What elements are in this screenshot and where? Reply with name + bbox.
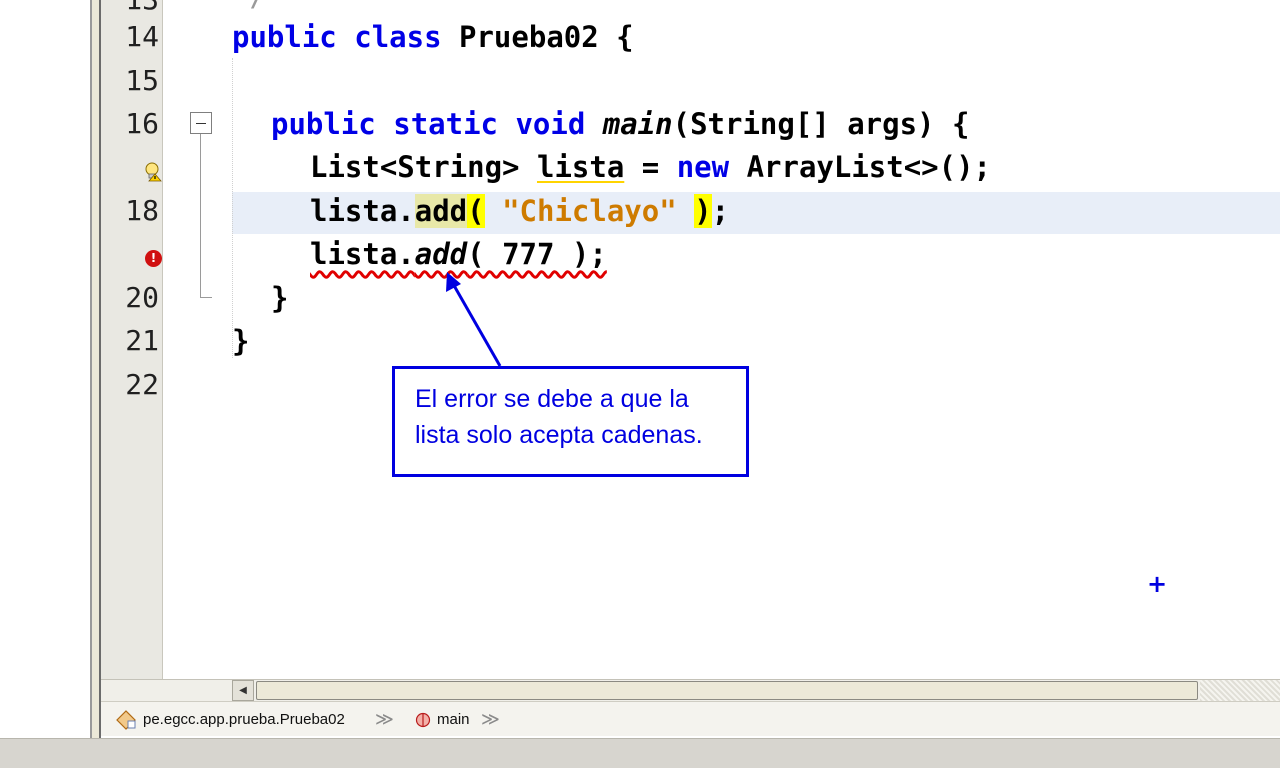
fold-toggle-button[interactable]: [190, 112, 212, 134]
class-icon: [116, 709, 136, 730]
paren-match: (: [467, 194, 485, 228]
breadcrumb-class[interactable]: pe.egcc.app.prueba.Prueba02: [115, 702, 345, 737]
breadcrumb-method-label: main: [437, 711, 470, 728]
scroll-left-button[interactable]: ◀: [232, 680, 254, 701]
callout-text-line-1: El error se debe a que la: [415, 385, 689, 413]
constructor-call: ArrayList<>();: [746, 150, 991, 184]
chevron-right-icon: ≫: [481, 709, 500, 729]
class-name: Prueba02 {: [459, 20, 634, 54]
line-number: 16: [125, 107, 159, 140]
scrollbar-track-end[interactable]: [1200, 680, 1280, 701]
breadcrumb-class-label: pe.egcc.app.prueba.Prueba02: [143, 711, 345, 728]
method-icon: [415, 712, 431, 727]
line-number: 14: [125, 20, 159, 53]
fold-end: [200, 297, 212, 298]
operator: =: [641, 150, 660, 184]
statement-end: ;: [711, 194, 730, 228]
error-icon[interactable]: !: [145, 250, 162, 267]
code-line-14[interactable]: public class Prueba02 {: [232, 17, 634, 57]
fold-column: [163, 0, 231, 679]
left-panel: [0, 0, 92, 738]
method-name: add: [414, 237, 468, 271]
keyword: new: [676, 150, 730, 184]
keyword: public: [232, 20, 337, 54]
closing-brace: }: [232, 324, 250, 358]
code-line-18[interactable]: lista.add( "Chiclayo" );: [310, 191, 729, 231]
line-number: 18: [125, 194, 159, 227]
paren-match: ): [694, 194, 712, 228]
keyword: class: [354, 20, 442, 54]
object-ref: lista.: [310, 194, 415, 228]
method-args: ( 777 );: [467, 237, 607, 271]
breadcrumb-method[interactable]: main: [415, 702, 470, 737]
indent-guide: [232, 58, 233, 358]
line-number: 22: [125, 368, 159, 401]
method-signature: (String[] args) {: [672, 107, 970, 141]
object-ref: lista.: [310, 237, 415, 271]
keyword: public: [271, 107, 376, 141]
closing-brace: }: [271, 281, 289, 315]
code-line-21[interactable]: }: [232, 321, 249, 361]
chevron-right-icon: ≫: [375, 709, 394, 729]
line-number: 15: [125, 64, 159, 97]
code-line-19[interactable]: lista.add( 777 );: [310, 234, 607, 274]
horizontal-scrollbar[interactable]: ◀: [232, 679, 1280, 701]
annotation-callout: El error se debe a que la lista solo ace…: [392, 366, 749, 477]
string-literal: "Chiclayo": [502, 194, 677, 228]
variable-name: lista: [536, 150, 625, 184]
type-name: List<String>: [310, 150, 520, 184]
status-bar: [0, 738, 1280, 768]
keyword: void: [515, 107, 586, 141]
warning-bulb-icon[interactable]: [144, 162, 162, 182]
scrollbar-spacer: [101, 679, 232, 701]
method-name: add: [414, 194, 468, 228]
code-line-13[interactable]: */: [232, 0, 267, 16]
code-line-16[interactable]: public static void main(String[] args) {: [271, 104, 969, 144]
code-line-17[interactable]: List<String> lista = new ArrayList<>();: [310, 147, 991, 187]
breadcrumb: pe.egcc.app.prueba.Prueba02 ≫ main ≫: [101, 701, 1280, 736]
scrollbar-thumb[interactable]: [256, 681, 1198, 700]
line-number: 21: [125, 324, 159, 357]
fold-line: [200, 134, 201, 298]
plus-mark: +: [1147, 570, 1168, 598]
method-name: main: [602, 107, 673, 141]
code-line-20[interactable]: }: [271, 278, 288, 318]
keyword: static: [393, 107, 498, 141]
callout-text-line-2: lista solo acepta cadenas.: [415, 421, 703, 449]
line-number: 20: [125, 281, 159, 314]
